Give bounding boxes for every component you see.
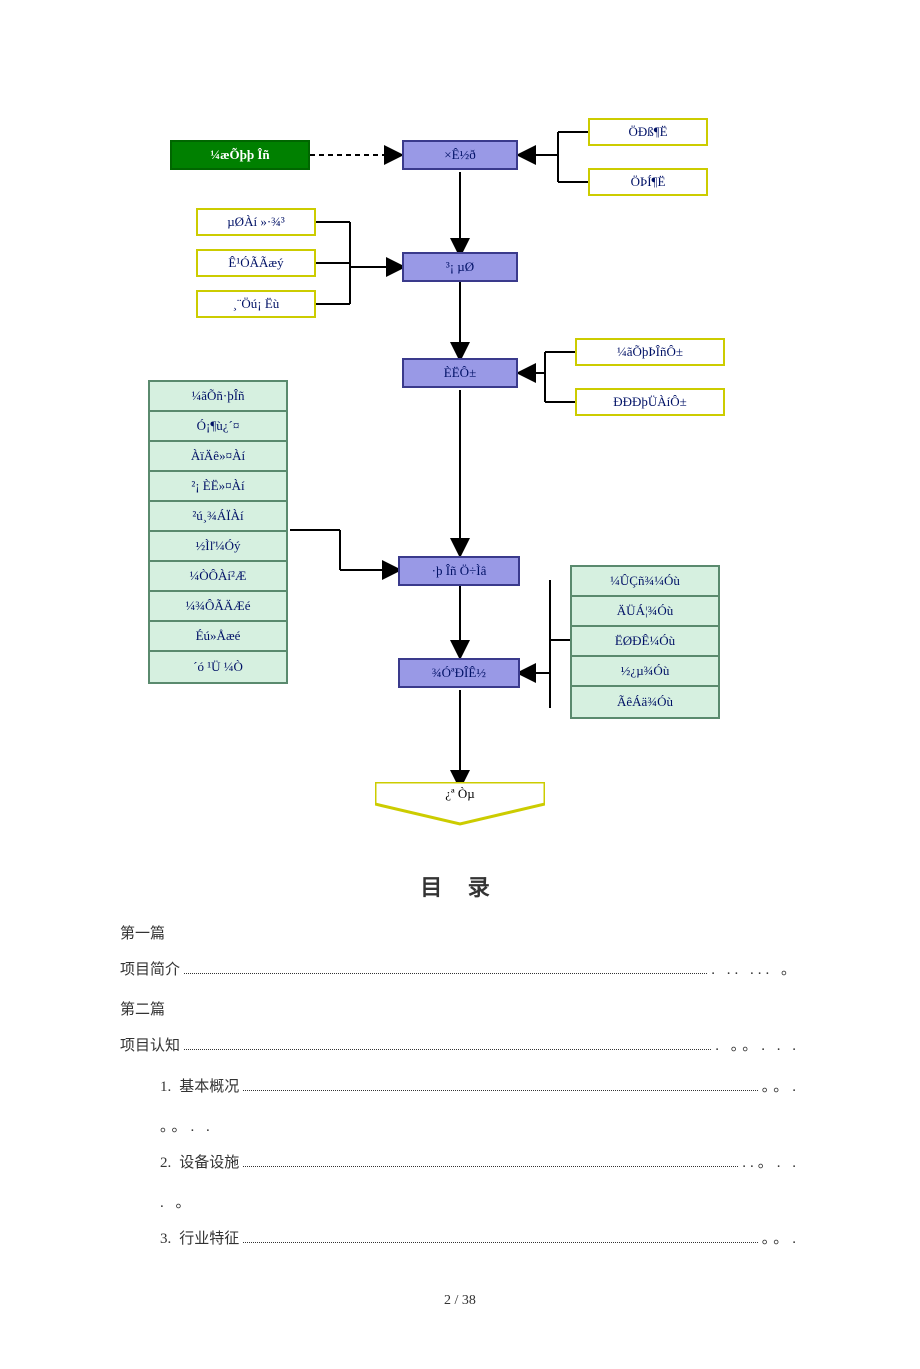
list-row: ¼ÛÇñ¾¼Óù [572, 567, 718, 597]
step-5-label: ¾­ÓªÐÎÊ½ [432, 665, 486, 681]
step-5: ¾­ÓªÐÎÊ½ [398, 658, 520, 688]
right3-item-1: ÐÐÐþÜÀíÔ± [575, 388, 725, 416]
list-row: ²ú¸¾ÁÏÀí [150, 502, 286, 532]
step-2: ³¡ µØ [402, 252, 518, 282]
list-row: ÄÜÁ¦¾­Óù [572, 597, 718, 627]
toc-note-2: . 。 [160, 1191, 800, 1212]
toc-dots [243, 1242, 757, 1243]
toc-section-1: 第一篇 [120, 922, 800, 943]
toc-title: 目 录 [120, 870, 800, 902]
list-row: ÃêÁä¾­Óù [572, 687, 718, 717]
step-1: ×Ê½ð [402, 140, 518, 170]
step-3: ÈËÔ± [402, 358, 518, 388]
toc-dots [243, 1166, 738, 1167]
toc-item-1: 1. 基本概况 。。. [160, 1074, 800, 1101]
page-number: 2 / 38 [120, 1293, 800, 1309]
toc-line-2: 项目认知 . 。。. . . [120, 1033, 800, 1060]
toc-item-2: 2. 设备设施 ..。. . [160, 1150, 800, 1177]
left2-item-2: ¸¨Öú¡ Ëù [196, 290, 316, 318]
list-4: ¼ãÕñ·þÎñ Ó¡¶ù¿´¤ ÀïÄê»¤Àí ²¡ ÈË»¤Àí ²ú¸¾… [148, 380, 288, 684]
step-3-label: ÈËÔ± [444, 365, 476, 381]
end-label: ¿ª Òµ [375, 786, 545, 802]
list-row: ¼¾ÔÃÄÆé [150, 592, 286, 622]
toc-note-1: 。。. . [160, 1115, 800, 1136]
list-5: ¼ÛÇñ¾¼Óù ÄÜÁ¦¾­Óù ËØÐÊ¼Óù ½¿µ¾­Óù ÃêÁä¾­… [570, 565, 720, 719]
start-box: ¼æÕþþ Îñ [170, 140, 310, 170]
toc-line-1: 项目简介 . .. ... 。 [120, 957, 800, 984]
end-banner: ¿ª Òµ [375, 782, 545, 826]
list-row: ½Ìľ¼Óý [150, 532, 286, 562]
list-row: Ó¡¶ù¿´¤ [150, 412, 286, 442]
left2-item-1: Ê¹ÓÃÃæý [196, 249, 316, 277]
toc-dots [184, 1049, 711, 1050]
toc-section-2: 第二篇 [120, 998, 800, 1019]
toc-dots [184, 973, 707, 974]
toc-dots [243, 1090, 757, 1091]
step-1-label: ×Ê½ð [444, 147, 476, 163]
right1-item-0: ÖÐß¶Ë [588, 118, 708, 146]
list-row: ²¡ ÈË»¤Àí [150, 472, 286, 502]
list-row: ½¿µ¾­Óù [572, 657, 718, 687]
flow-diagram: ¼æÕþþ Îñ ×Ê½ð ÖÐß¶Ë ÖÞÍ¶Ë ³¡ µØ µØÀí »·¾… [120, 100, 800, 850]
right1-item-1: ÖÞÍ¶Ë [588, 168, 708, 196]
step-4: ·þ Îñ Ö÷Ìâ [398, 556, 520, 586]
list-row: ËØÐÊ¼Óù [572, 627, 718, 657]
left2-item-0: µØÀí »·¾³ [196, 208, 316, 236]
right3-item-0: ¼ãÕþÞÎñÔ± [575, 338, 725, 366]
list-row: ¼ÒÔÀí²Æ [150, 562, 286, 592]
list-row: Éú»Åæé [150, 622, 286, 652]
toc-item-3: 3. 行业特征 。。. [160, 1226, 800, 1253]
list-row: ´ó ¹Ü ¼Ò [150, 652, 286, 682]
step-2-label: ³¡ µØ [446, 259, 474, 275]
start-label: ¼æÕþþ Îñ [210, 147, 269, 163]
list-row: ¼ãÕñ·þÎñ [150, 382, 286, 412]
document-page: ¼æÕþþ Îñ ×Ê½ð ÖÐß¶Ë ÖÞÍ¶Ë ³¡ µØ µØÀí »·¾… [0, 0, 920, 1369]
list-row: ÀïÄê»¤Àí [150, 442, 286, 472]
step-4-label: ·þ Îñ Ö÷Ìâ [432, 563, 487, 579]
